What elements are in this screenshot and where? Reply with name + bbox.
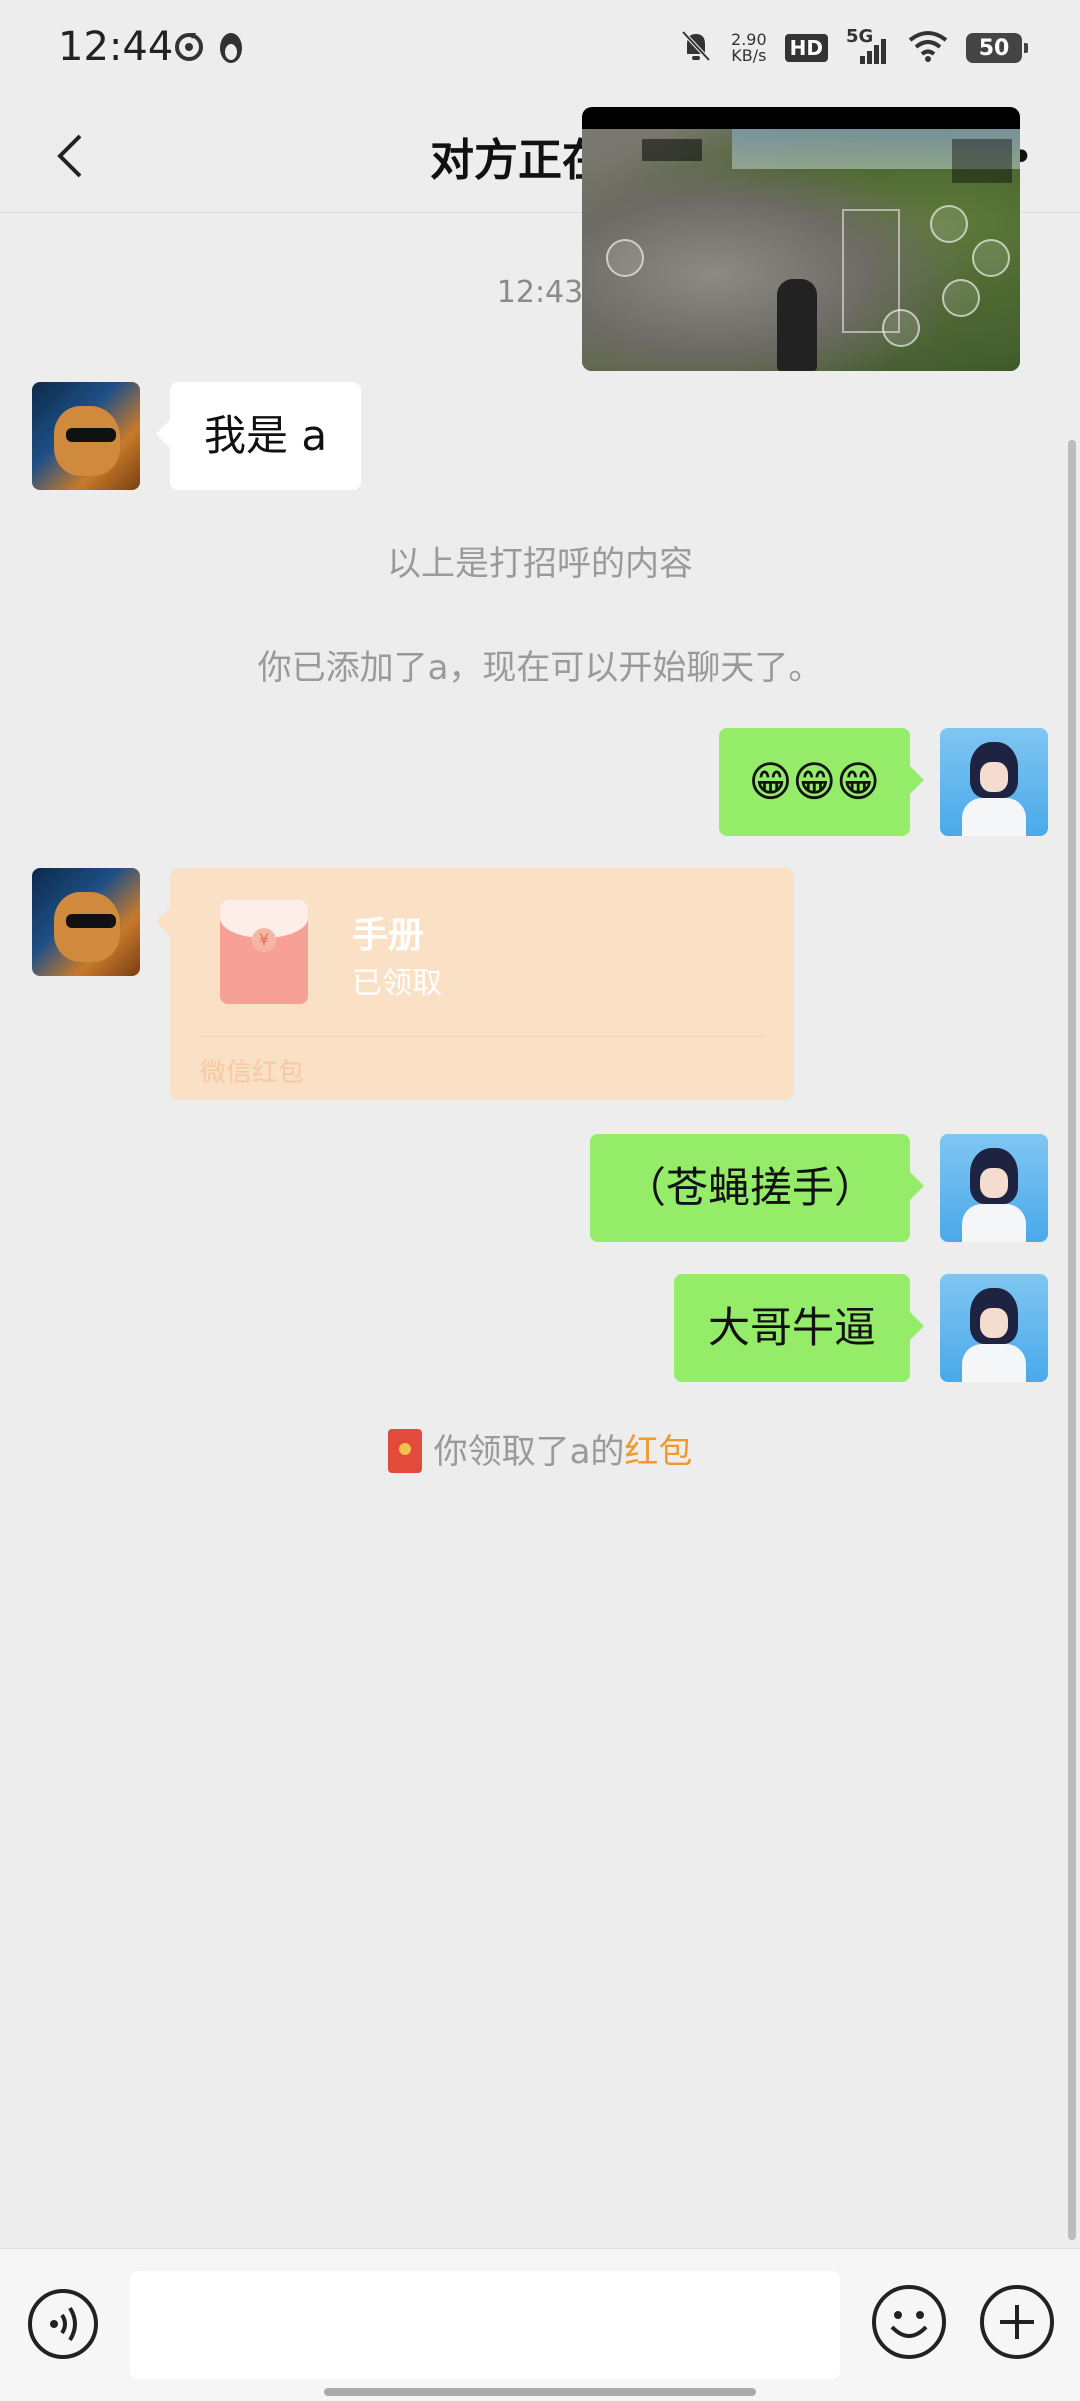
message-bubble-outgoing[interactable]: 大哥牛逼: [673, 1274, 925, 1382]
red-packet-icon: [387, 1428, 422, 1473]
scrollbar[interactable]: [1068, 440, 1076, 2240]
red-packet-title: 手册: [352, 915, 425, 956]
my-avatar[interactable]: [940, 1274, 1048, 1382]
my-avatar[interactable]: [940, 1134, 1048, 1242]
yuan-coin: ¥: [252, 928, 276, 952]
system-message-greeting: 以上是打招呼的内容: [387, 544, 693, 584]
smiley-icon: [890, 2311, 928, 2338]
message-bubble-incoming[interactable]: 我是 a: [155, 382, 362, 490]
system-message-received: 你领取了a的红包: [0, 1424, 1080, 1476]
network-speed: 2.90 KB/s: [731, 32, 767, 64]
system-message-added: 你已添加了a，现在可以开始聊天了。: [257, 648, 823, 688]
emoji-button[interactable]: [872, 2285, 946, 2359]
contact-avatar[interactable]: [32, 382, 140, 490]
hd-badge: HD: [784, 34, 828, 62]
plus-icon: [1000, 2305, 1034, 2339]
received-text: 你领取了a的: [433, 1432, 625, 1472]
red-packet-divider: [198, 1036, 766, 1037]
red-packet-status: 已领取: [352, 966, 442, 1001]
voice-button[interactable]: [28, 2289, 98, 2359]
message-bubble-outgoing[interactable]: 😁😁😁: [718, 728, 925, 836]
red-packet-link[interactable]: 红包: [624, 1432, 692, 1472]
cellular-signal-icon: 5G: [846, 26, 890, 66]
status-bar: 12:44 2.90 KB/s HD 5G 50: [0, 0, 1080, 100]
my-avatar[interactable]: [940, 728, 1048, 836]
more-functions-button[interactable]: [980, 2285, 1054, 2359]
message-bubble-outgoing[interactable]: （苍蝇搓手）: [589, 1134, 925, 1242]
network-speed-unit: KB/s: [731, 46, 767, 65]
sync-icon: [172, 30, 206, 68]
mute-bell-icon: [679, 28, 713, 68]
contact-avatar[interactable]: [32, 868, 140, 976]
voice-icon: [50, 2306, 77, 2342]
penguin-icon: [216, 30, 246, 70]
red-envelope-icon: ¥: [220, 900, 308, 1004]
wifi-icon: [908, 30, 948, 66]
floating-video-window[interactable]: [582, 107, 1020, 371]
message-input[interactable]: [130, 2271, 840, 2379]
message-input-bar: [0, 2248, 1080, 2401]
red-packet-card[interactable]: ¥ 手册 已领取 微信红包: [156, 868, 794, 1100]
red-packet-footer: 微信红包: [200, 1058, 305, 1088]
video-frame: [582, 129, 1020, 371]
battery-indicator: 50: [966, 33, 1028, 63]
status-time: 12:44: [58, 24, 174, 70]
home-indicator[interactable]: [324, 2388, 756, 2396]
